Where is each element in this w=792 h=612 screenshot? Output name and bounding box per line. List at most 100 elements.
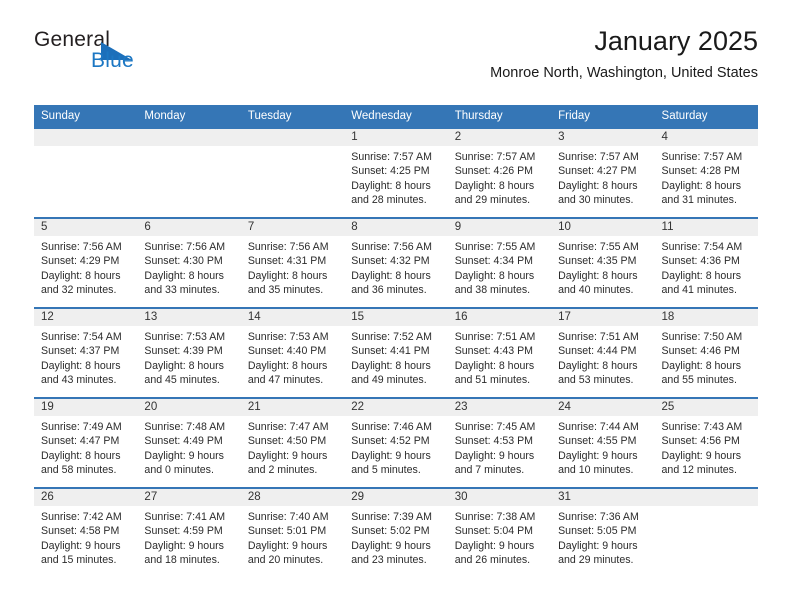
calendar-day-cell[interactable]: 31 Sunrise: 7:36 AM Sunset: 5:05 PM Dayligh… bbox=[551, 487, 655, 577]
daylight-text-line1: Daylight: 8 hours bbox=[351, 269, 431, 282]
calendar-day-cell[interactable]: 22 Sunrise: 7:46 AM Sunset: 4:52 PM Dayligh… bbox=[344, 397, 448, 488]
calendar-day-cell[interactable]: 11 Sunrise: 7:54 AM Sunset: 4:36 PM Dayligh… bbox=[654, 217, 758, 308]
day-cell-content: 10 Sunrise: 7:55 AM Sunset: 4:35 PM Dayligh… bbox=[551, 219, 655, 307]
day-number: 5 bbox=[34, 219, 138, 236]
day-details: Sunrise: 7:51 AM Sunset: 4:44 PM Daylight:… bbox=[551, 326, 654, 388]
sunrise-text: Sunrise: 7:48 AM bbox=[144, 421, 226, 433]
daylight-text-line1: Daylight: 8 hours bbox=[41, 269, 121, 282]
day-details: Sunrise: 7:56 AM Sunset: 4:32 PM Daylight:… bbox=[344, 236, 447, 298]
daylight-text-line2: and 36 minutes. bbox=[351, 284, 427, 297]
daylight-text-line1: Daylight: 8 hours bbox=[454, 179, 535, 192]
calendar-day-cell[interactable]: 13 Sunrise: 7:53 AM Sunset: 4:39 PM Dayligh… bbox=[137, 307, 241, 398]
sunset-text: Sunset: 4:49 PM bbox=[144, 435, 223, 448]
day-details: Sunrise: 7:45 AM Sunset: 4:53 PM Daylight:… bbox=[448, 416, 551, 478]
calendar-day-cell[interactable]: 6 Sunrise: 7:56 AM Sunset: 4:30 PM Daylight… bbox=[137, 217, 241, 308]
calendar-table: Sunday Monday Tuesday Wednesday Thursday… bbox=[34, 105, 758, 577]
calendar-day-cell[interactable]: 7 Sunrise: 7:56 AM Sunset: 4:31 PM Daylight… bbox=[240, 217, 345, 308]
calendar-day-cell[interactable]: 3 Sunrise: 7:57 AM Sunset: 4:27 PM Daylight… bbox=[551, 127, 655, 218]
calendar-day-cell[interactable]: 15 Sunrise: 7:52 AM Sunset: 4:41 PM Dayligh… bbox=[344, 307, 448, 398]
sunrise-text: Sunrise: 7:44 AM bbox=[558, 421, 639, 433]
calendar-week-row: 1 Sunrise: 7:57 AM Sunset: 4:25 PM Daylight… bbox=[34, 127, 758, 218]
day-number: 26 bbox=[34, 489, 138, 506]
weekday-header-thursday: Thursday bbox=[447, 105, 552, 128]
day-details: Sunrise: 7:54 AM Sunset: 4:36 PM Daylight:… bbox=[655, 236, 758, 298]
day-cell-content bbox=[34, 129, 138, 217]
day-details: Sunrise: 7:54 AM Sunset: 4:37 PM Daylight:… bbox=[34, 326, 137, 388]
day-cell-content: 21 Sunrise: 7:47 AM Sunset: 4:50 PM Dayligh… bbox=[240, 399, 345, 487]
day-details: Sunrise: 7:44 AM Sunset: 4:55 PM Daylight:… bbox=[551, 416, 654, 478]
calendar-day-cell[interactable]: 4 Sunrise: 7:57 AM Sunset: 4:28 PM Daylight… bbox=[654, 127, 758, 218]
calendar-day-cell[interactable]: 18 Sunrise: 7:50 AM Sunset: 4:46 PM Dayligh… bbox=[654, 307, 758, 398]
calendar-day-cell-empty bbox=[240, 127, 345, 218]
daylight-text-line1: Daylight: 8 hours bbox=[144, 359, 224, 372]
calendar-day-cell[interactable]: 21 Sunrise: 7:47 AM Sunset: 4:50 PM Dayligh… bbox=[240, 397, 345, 488]
calendar-day-cell[interactable]: 9 Sunrise: 7:55 AM Sunset: 4:34 PM Daylight… bbox=[447, 217, 552, 308]
day-number: 13 bbox=[137, 309, 241, 326]
sunset-text: Sunset: 5:01 PM bbox=[247, 525, 327, 538]
calendar-day-cell[interactable]: 12 Sunrise: 7:54 AM Sunset: 4:37 PM Dayligh… bbox=[34, 307, 138, 398]
day-number: 11 bbox=[654, 219, 758, 236]
daylight-text-line2: and 2 minutes. bbox=[247, 464, 318, 477]
calendar-day-cell[interactable]: 27 Sunrise: 7:41 AM Sunset: 4:59 PM Dayligh… bbox=[137, 487, 241, 577]
sunrise-text: Sunrise: 7:56 AM bbox=[144, 241, 226, 253]
page-header: General Blue January 2025 Monroe North, … bbox=[34, 26, 758, 94]
daylight-text-line1: Daylight: 8 hours bbox=[661, 269, 742, 282]
day-cell-content: 15 Sunrise: 7:52 AM Sunset: 4:41 PM Dayligh… bbox=[344, 309, 448, 397]
calendar-day-cell[interactable]: 10 Sunrise: 7:55 AM Sunset: 4:35 PM Dayligh… bbox=[551, 217, 655, 308]
calendar-day-cell[interactable]: 24 Sunrise: 7:44 AM Sunset: 4:55 PM Dayligh… bbox=[551, 397, 655, 488]
calendar-day-cell[interactable]: 25 Sunrise: 7:43 AM Sunset: 4:56 PM Dayligh… bbox=[654, 397, 758, 488]
sunset-text: Sunset: 4:50 PM bbox=[247, 435, 327, 448]
daylight-text-line1: Daylight: 9 hours bbox=[454, 449, 535, 462]
calendar-day-cell[interactable]: 1 Sunrise: 7:57 AM Sunset: 4:25 PM Daylight… bbox=[344, 127, 448, 218]
daylight-text-line1: Daylight: 9 hours bbox=[351, 539, 431, 552]
sunset-text: Sunset: 4:59 PM bbox=[144, 525, 223, 538]
day-details: Sunrise: 7:51 AM Sunset: 4:43 PM Daylight:… bbox=[448, 326, 551, 388]
calendar-day-cell[interactable]: 2 Sunrise: 7:57 AM Sunset: 4:26 PM Daylight… bbox=[447, 127, 552, 218]
day-number: 17 bbox=[551, 309, 655, 326]
daylight-text-line1: Daylight: 9 hours bbox=[558, 539, 638, 552]
daylight-text-line1: Daylight: 8 hours bbox=[41, 359, 121, 372]
daylight-text-line2: and 15 minutes. bbox=[41, 554, 117, 567]
calendar-day-cell[interactable]: 14 Sunrise: 7:53 AM Sunset: 4:40 PM Dayligh… bbox=[240, 307, 345, 398]
calendar-day-cell[interactable]: 19 Sunrise: 7:49 AM Sunset: 4:47 PM Dayligh… bbox=[34, 397, 138, 488]
sunset-text: Sunset: 4:26 PM bbox=[454, 165, 534, 178]
calendar-day-cell[interactable]: 5 Sunrise: 7:56 AM Sunset: 4:29 PM Daylight… bbox=[34, 217, 138, 308]
daylight-text-line2: and 12 minutes. bbox=[661, 464, 737, 477]
daylight-text-line1: Daylight: 8 hours bbox=[558, 359, 638, 372]
day-details: Sunrise: 7:53 AM Sunset: 4:40 PM Daylight:… bbox=[241, 326, 344, 388]
calendar-day-cell[interactable]: 28 Sunrise: 7:40 AM Sunset: 5:01 PM Dayligh… bbox=[240, 487, 345, 577]
brand-logo[interactable]: General Blue bbox=[34, 28, 254, 84]
day-number: 18 bbox=[654, 309, 758, 326]
day-cell-content: 28 Sunrise: 7:40 AM Sunset: 5:01 PM Dayligh… bbox=[240, 489, 345, 577]
calendar-day-cell-empty bbox=[654, 487, 758, 577]
day-cell-content: 19 Sunrise: 7:49 AM Sunset: 4:47 PM Dayligh… bbox=[34, 399, 138, 487]
day-cell-content: 3 Sunrise: 7:57 AM Sunset: 4:27 PM Daylight… bbox=[551, 129, 655, 217]
calendar-day-cell[interactable]: 20 Sunrise: 7:48 AM Sunset: 4:49 PM Dayligh… bbox=[137, 397, 241, 488]
daylight-text-line1: Daylight: 9 hours bbox=[144, 539, 224, 552]
daylight-text-line1: Daylight: 9 hours bbox=[144, 449, 224, 462]
daylight-text-line2: and 32 minutes. bbox=[41, 284, 117, 297]
sunset-text: Sunset: 4:55 PM bbox=[558, 435, 637, 448]
day-cell-content: 26 Sunrise: 7:42 AM Sunset: 4:58 PM Dayligh… bbox=[34, 489, 138, 577]
daylight-text-line1: Daylight: 9 hours bbox=[558, 449, 638, 462]
day-cell-content: 30 Sunrise: 7:38 AM Sunset: 5:04 PM Dayligh… bbox=[447, 489, 552, 577]
sunrise-text: Sunrise: 7:51 AM bbox=[558, 331, 639, 343]
day-number: 21 bbox=[240, 399, 345, 416]
daylight-text-line2: and 29 minutes. bbox=[454, 194, 531, 207]
sunset-text: Sunset: 4:43 PM bbox=[454, 345, 534, 358]
day-cell-content: 12 Sunrise: 7:54 AM Sunset: 4:37 PM Dayligh… bbox=[34, 309, 138, 397]
calendar-day-cell[interactable]: 17 Sunrise: 7:51 AM Sunset: 4:44 PM Dayligh… bbox=[551, 307, 655, 398]
sunset-text: Sunset: 4:31 PM bbox=[247, 255, 327, 268]
daylight-text-line1: Daylight: 8 hours bbox=[41, 449, 121, 462]
calendar-day-cell[interactable]: 16 Sunrise: 7:51 AM Sunset: 4:43 PM Dayligh… bbox=[447, 307, 552, 398]
day-number: 14 bbox=[240, 309, 345, 326]
daylight-text-line2: and 51 minutes. bbox=[454, 374, 531, 387]
calendar-day-cell[interactable]: 29 Sunrise: 7:39 AM Sunset: 5:02 PM Dayligh… bbox=[344, 487, 448, 577]
calendar-day-cell-empty bbox=[34, 127, 138, 218]
calendar-day-cell[interactable]: 23 Sunrise: 7:45 AM Sunset: 4:53 PM Dayligh… bbox=[447, 397, 552, 488]
calendar-day-cell[interactable]: 8 Sunrise: 7:56 AM Sunset: 4:32 PM Daylight… bbox=[344, 217, 448, 308]
calendar-day-cell[interactable]: 26 Sunrise: 7:42 AM Sunset: 4:58 PM Dayligh… bbox=[34, 487, 138, 577]
calendar-day-cell[interactable]: 30 Sunrise: 7:38 AM Sunset: 5:04 PM Dayligh… bbox=[447, 487, 552, 577]
daylight-text-line2: and 30 minutes. bbox=[558, 194, 634, 207]
day-number bbox=[654, 489, 758, 506]
